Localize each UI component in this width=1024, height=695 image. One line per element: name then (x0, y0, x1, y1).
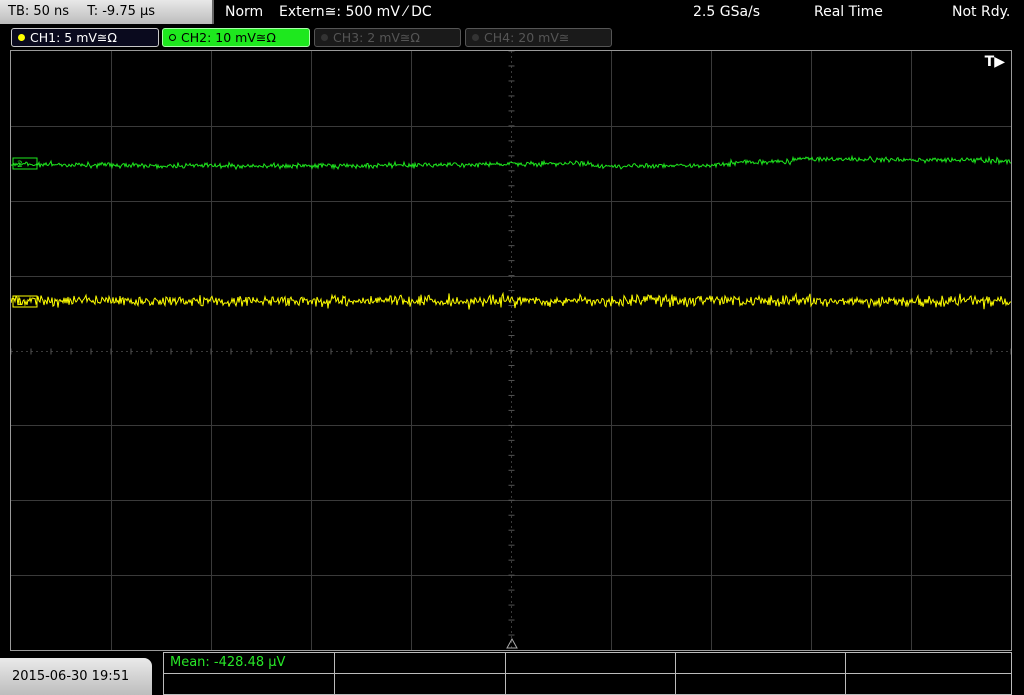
ch3-label: CH3: 2 mV≅Ω (333, 30, 420, 45)
date-time-display: 2015-06-30 19:51 (0, 658, 152, 695)
measurement-cell-empty[interactable] (164, 674, 335, 695)
channel-tab-ch1[interactable]: CH1: 5 mV≅Ω (11, 28, 159, 47)
measurement-cell-empty[interactable] (846, 674, 1011, 695)
ch3-indicator-icon (321, 34, 328, 41)
measurement-cell-empty[interactable] (506, 653, 676, 674)
channel-tab-ch2[interactable]: CH2: 10 mV≅Ω (162, 28, 310, 47)
waveform-display[interactable]: 2 1 T▶ (10, 50, 1012, 651)
ch2-label: CH2: 10 mV≅Ω (181, 30, 276, 45)
sample-rate: 2.5 GSa/s (693, 4, 761, 20)
ch2-marker-label: 2 (17, 160, 23, 170)
measurement-table[interactable]: Mean: -428.48 µV (163, 652, 1012, 695)
ch1-label: CH1: 5 mV≅Ω (30, 30, 117, 45)
top-status-bar: TB: 50 ns T: -9.75 µs Norm Extern≅: 500 … (0, 0, 1024, 25)
ch1-indicator-icon (18, 34, 25, 41)
measurement-cell-empty[interactable] (676, 674, 846, 695)
measurement-cell-empty[interactable] (335, 674, 506, 695)
timebase-value: TB: 50 ns (8, 4, 70, 19)
measurement-cell-empty[interactable] (335, 653, 506, 674)
graticule-grid (11, 51, 1011, 650)
trigger-source[interactable]: Extern≅: 500 mV ⁄ DC (279, 0, 432, 24)
trigger-time-value: T: -9.75 µs (87, 4, 156, 19)
measurement-cell-empty[interactable] (506, 674, 676, 695)
measurement-mean: Mean: -428.48 µV (170, 655, 286, 670)
channel-tab-ch4[interactable]: CH4: 20 mV≅ (465, 28, 612, 47)
ch4-indicator-icon (472, 34, 479, 41)
acquisition-mode: Real Time (814, 4, 883, 20)
timebase-box[interactable]: TB: 50 ns T: -9.75 µs (0, 0, 214, 24)
measurement-cell-empty[interactable] (846, 653, 1011, 674)
trigger-level-marker[interactable]: T▶ (985, 54, 1005, 70)
ch1-marker-label: 1 (17, 298, 23, 308)
channel-tab-ch3[interactable]: CH3: 2 mV≅Ω (314, 28, 461, 47)
measurement-cell[interactable]: Mean: -428.48 µV (164, 653, 335, 674)
ch2-indicator-icon (169, 34, 176, 41)
measurement-cell-empty[interactable] (676, 653, 846, 674)
trigger-mode[interactable]: Norm (225, 0, 263, 24)
acquisition-status: Not Rdy. (952, 4, 1011, 20)
waveform-canvas: 2 1 (11, 51, 1011, 650)
ch4-label: CH4: 20 mV≅ (484, 30, 570, 45)
